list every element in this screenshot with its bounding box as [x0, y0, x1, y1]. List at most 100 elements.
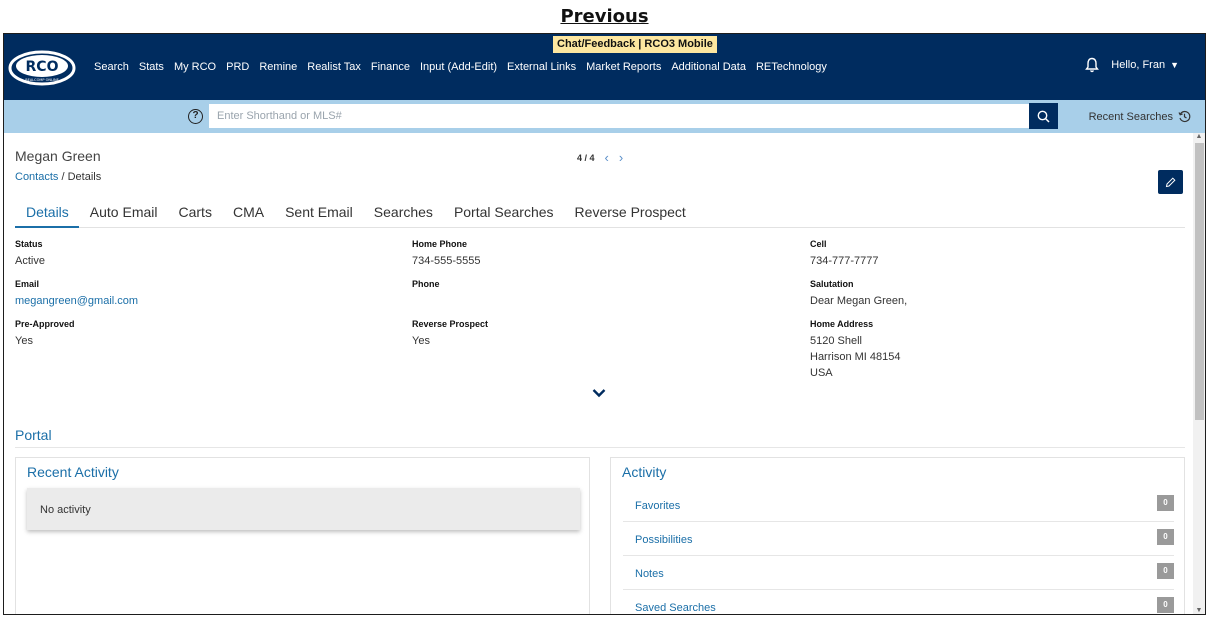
- home-address-label: Home Address: [810, 319, 874, 329]
- search-button[interactable]: [1029, 103, 1058, 129]
- recent-searches-button[interactable]: Recent Searches: [1089, 110, 1191, 123]
- tab-sent-email[interactable]: Sent Email: [274, 200, 363, 228]
- contact-tabs: Details Auto Email Carts CMA Sent Email …: [15, 200, 1185, 228]
- tab-auto-email[interactable]: Auto Email: [79, 200, 168, 228]
- cell-value: 734-777-7777: [810, 255, 879, 267]
- portal-heading: Portal: [15, 427, 52, 443]
- user-menu-button[interactable]: Hello, Fran ▼: [1111, 59, 1179, 71]
- field-email: Email megangreen@gmail.com: [15, 279, 138, 309]
- count-badge: 0: [1157, 529, 1174, 545]
- field-salutation: Salutation Dear Megan Green,: [810, 279, 907, 309]
- nav-item-realist-tax[interactable]: Realist Tax: [307, 61, 361, 73]
- cell-label: Cell: [810, 239, 827, 249]
- email-link[interactable]: megangreen@gmail.com: [15, 293, 138, 309]
- pager-count: 4 / 4: [577, 152, 595, 163]
- chat-feedback-link[interactable]: Chat/Feedback | RCO3 Mobile: [553, 36, 717, 53]
- nav-item-external-links[interactable]: External Links: [507, 61, 576, 73]
- top-navbar: Chat/Feedback | RCO3 Mobile RCO REALCOMP…: [4, 34, 1205, 100]
- search-icon: [1037, 110, 1050, 123]
- home-phone-label: Home Phone: [412, 239, 468, 249]
- portal-divider: [15, 447, 1185, 448]
- contact-name: Megan Green: [15, 148, 101, 164]
- logo-subtext: REALCOMP ONLINE: [25, 78, 59, 82]
- breadcrumb-contacts-link[interactable]: Contacts: [15, 171, 58, 183]
- activity-row-notes[interactable]: Notes 0: [623, 556, 1174, 590]
- nav-item-finance[interactable]: Finance: [371, 61, 410, 73]
- nav-item-market-reports[interactable]: Market Reports: [586, 61, 661, 73]
- field-reverse-prospect: Reverse Prospect Yes: [412, 319, 488, 349]
- recent-activity-title: Recent Activity: [27, 464, 119, 480]
- field-status: Status Active: [15, 239, 45, 269]
- count-badge: 0: [1157, 495, 1174, 511]
- activity-saved-searches-link[interactable]: Saved Searches: [635, 602, 716, 614]
- activity-notes-link[interactable]: Notes: [635, 568, 664, 580]
- address-line-2: Harrison MI 48154: [810, 351, 901, 363]
- tab-carts[interactable]: Carts: [168, 200, 222, 228]
- field-phone: Phone: [412, 279, 440, 293]
- record-pager: 4 / 4 ‹ ›: [577, 150, 623, 165]
- greeting-label: Hello, Fran: [1111, 59, 1166, 71]
- activity-row-saved-searches[interactable]: Saved Searches 0: [623, 590, 1174, 614]
- nav-item-prd[interactable]: PRD: [226, 61, 249, 73]
- activity-panel: Activity Favorites 0 Possibilities 0 Not…: [610, 457, 1185, 614]
- vertical-scrollbar[interactable]: ▲ ▼: [1193, 133, 1205, 614]
- status-value: Active: [15, 255, 45, 267]
- reverse-prospect-value: Yes: [412, 335, 430, 347]
- search-input[interactable]: [209, 104, 1029, 128]
- no-activity-message: No activity: [27, 488, 580, 530]
- address-line-3: USA: [810, 367, 833, 379]
- nav-item-stats[interactable]: Stats: [139, 61, 164, 73]
- tab-portal-searches[interactable]: Portal Searches: [443, 200, 564, 228]
- chevron-right-icon[interactable]: ›: [619, 150, 623, 165]
- user-area: Hello, Fran ▼: [1085, 57, 1179, 73]
- rco-logo[interactable]: RCO REALCOMP ONLINE: [8, 50, 78, 86]
- caret-down-icon: ▼: [1170, 60, 1179, 70]
- activity-title: Activity: [622, 464, 667, 480]
- address-line-1: 5120 Shell: [810, 335, 862, 347]
- tab-reverse-prospect[interactable]: Reverse Prospect: [564, 200, 696, 228]
- email-label: Email: [15, 279, 40, 289]
- count-badge: 0: [1157, 563, 1174, 579]
- breadcrumb-separator: /: [58, 171, 68, 183]
- scrollbar-thumb[interactable]: [1195, 143, 1204, 420]
- nav-item-my-rco[interactable]: My RCO: [174, 61, 216, 73]
- home-phone-value: 734-555-5555: [412, 255, 481, 267]
- recent-searches-label: Recent Searches: [1088, 110, 1173, 123]
- nav-item-search[interactable]: Search: [94, 61, 129, 73]
- app-window: Chat/Feedback | RCO3 Mobile RCO REALCOMP…: [3, 33, 1206, 615]
- reverse-prospect-label: Reverse Prospect: [412, 319, 489, 329]
- activity-possibilities-link[interactable]: Possibilities: [635, 534, 692, 546]
- pre-approved-value: Yes: [15, 335, 33, 347]
- expand-chevron-down-icon[interactable]: [592, 388, 606, 398]
- bell-icon[interactable]: [1085, 57, 1100, 73]
- activity-row-possibilities[interactable]: Possibilities 0: [623, 522, 1174, 556]
- nav-item-remine[interactable]: Remine: [259, 61, 297, 73]
- nav-item-retechnology[interactable]: RETechnology: [756, 61, 827, 73]
- field-home-address: Home Address 5120 Shell Harrison MI 4815…: [810, 319, 901, 381]
- pre-approved-label: Pre-Approved: [15, 319, 75, 329]
- history-icon: [1178, 110, 1191, 123]
- activity-row-favorites[interactable]: Favorites 0: [623, 488, 1174, 522]
- edit-button[interactable]: [1158, 170, 1183, 194]
- nav-item-additional-data[interactable]: Additional Data: [671, 61, 746, 73]
- tab-cma[interactable]: CMA: [222, 200, 274, 228]
- help-icon[interactable]: ?: [188, 109, 203, 124]
- activity-favorites-link[interactable]: Favorites: [635, 500, 680, 512]
- main-nav-menu: Search Stats My RCO PRD Remine Realist T…: [94, 61, 837, 73]
- nav-item-input[interactable]: Input (Add-Edit): [420, 61, 497, 73]
- breadcrumb: Contacts / Details: [15, 171, 101, 183]
- search-bar: ? Recent Searches: [4, 100, 1205, 133]
- scroll-up-arrow-icon[interactable]: ▲: [1195, 133, 1203, 140]
- logo-text: RCO: [26, 59, 59, 75]
- page-caption: Previous: [560, 6, 649, 27]
- breadcrumb-current: Details: [67, 171, 102, 183]
- salutation-label: Salutation: [810, 279, 854, 289]
- scroll-down-arrow-icon[interactable]: ▼: [1195, 607, 1203, 614]
- chevron-left-icon[interactable]: ‹: [605, 150, 609, 165]
- recent-activity-panel: Recent Activity No activity: [15, 457, 590, 614]
- tab-details[interactable]: Details: [15, 200, 79, 228]
- salutation-value: Dear Megan Green,: [810, 295, 908, 307]
- tab-searches[interactable]: Searches: [363, 200, 443, 228]
- field-cell: Cell 734-777-7777: [810, 239, 879, 269]
- field-pre-approved: Pre-Approved Yes: [15, 319, 75, 349]
